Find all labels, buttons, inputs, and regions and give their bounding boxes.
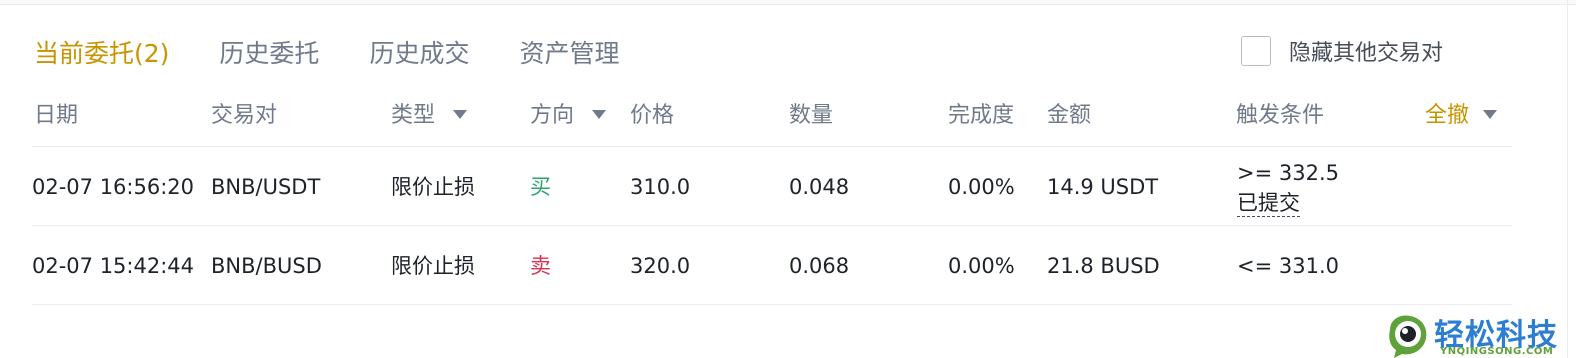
trigger-condition: <= 331.0 xyxy=(1237,254,1339,278)
order-tabs: 当前委托(2) 历史委托 历史成交 资产管理 xyxy=(34,32,669,72)
tab-trade-history[interactable]: 历史成交 xyxy=(369,34,469,70)
cancel-all-button[interactable]: 全撤 xyxy=(1425,98,1498,134)
order-date: 02-07 16:56:20 xyxy=(32,175,195,199)
order-total: 21.8 BUSD xyxy=(1047,254,1160,278)
order-date: 02-07 15:42:44 xyxy=(32,254,195,278)
header-divider xyxy=(32,146,1512,147)
order-pair[interactable]: BNB/USDT xyxy=(211,148,320,226)
order-side: 卖 xyxy=(530,254,551,278)
header-total: 金额 xyxy=(1047,103,1092,128)
order-type: 限价止损 xyxy=(391,254,475,278)
caret-down-icon xyxy=(1483,109,1498,119)
hide-other-pairs-checkbox[interactable] xyxy=(1241,36,1271,66)
trigger-condition: >= 332.5 xyxy=(1237,161,1339,185)
header-side-label: 方向 xyxy=(530,103,575,128)
order-price: 320.0 xyxy=(630,254,691,278)
order-type: 限价止损 xyxy=(391,175,475,199)
order-side: 买 xyxy=(530,175,551,199)
caret-down-icon xyxy=(592,109,607,119)
order-amount: 0.048 xyxy=(789,175,850,199)
header-price: 价格 xyxy=(630,103,675,128)
header-type-label: 类型 xyxy=(391,103,436,128)
row-divider xyxy=(32,225,1512,226)
header-side-filter[interactable]: 方向 xyxy=(530,98,607,134)
order-pair[interactable]: BNB/BUSD xyxy=(211,227,322,305)
hide-other-pairs-label: 隐藏其他交易对 xyxy=(1289,41,1444,66)
header-pair: 交易对 xyxy=(211,103,278,128)
tab-open-orders[interactable]: 当前委托(2) xyxy=(34,34,169,70)
table-row: 02-07 16:56:20 BNB/USDT 限价止损 买 310.0 0.0… xyxy=(0,148,1576,226)
header-date: 日期 xyxy=(34,103,79,128)
order-filled: 0.00% xyxy=(948,175,1015,199)
tab-order-history[interactable]: 历史委托 xyxy=(219,34,319,70)
watermark-subtitle: YNQINGSONG.COM xyxy=(1440,346,1554,357)
row-divider xyxy=(32,304,1512,305)
eye-logo-icon xyxy=(1389,315,1427,358)
header-amount: 数量 xyxy=(789,103,834,128)
header-filled: 完成度 xyxy=(948,103,1015,128)
order-price: 310.0 xyxy=(630,175,691,199)
trigger-status[interactable]: 已提交 xyxy=(1237,190,1300,217)
cancel-all-label: 全撤 xyxy=(1425,103,1470,128)
caret-down-icon xyxy=(453,109,468,119)
order-trigger: >= 332.5 已提交 xyxy=(1237,158,1339,218)
table-header: 日期 交易对 类型 方向 价格 数量 完成度 金额 触发条件 全撤 xyxy=(0,98,1576,134)
header-type-filter[interactable]: 类型 xyxy=(391,98,468,134)
hide-other-pairs-toggle[interactable]: 隐藏其他交易对 xyxy=(1241,35,1443,67)
table-row: 02-07 15:42:44 BNB/BUSD 限价止损 卖 320.0 0.0… xyxy=(0,227,1576,305)
order-total: 14.9 USDT xyxy=(1047,175,1159,199)
top-border xyxy=(0,0,1576,5)
order-amount: 0.068 xyxy=(789,254,850,278)
open-orders-panel: 当前委托(2) 历史委托 历史成交 资产管理 隐藏其他交易对 日期 交易对 类型… xyxy=(0,0,1576,358)
tab-asset-management[interactable]: 资产管理 xyxy=(519,34,619,70)
order-filled: 0.00% xyxy=(948,254,1015,278)
header-trigger: 触发条件 xyxy=(1236,103,1325,128)
watermark-logo: 轻松科技 YNQINGSONG.COM xyxy=(1384,312,1568,358)
